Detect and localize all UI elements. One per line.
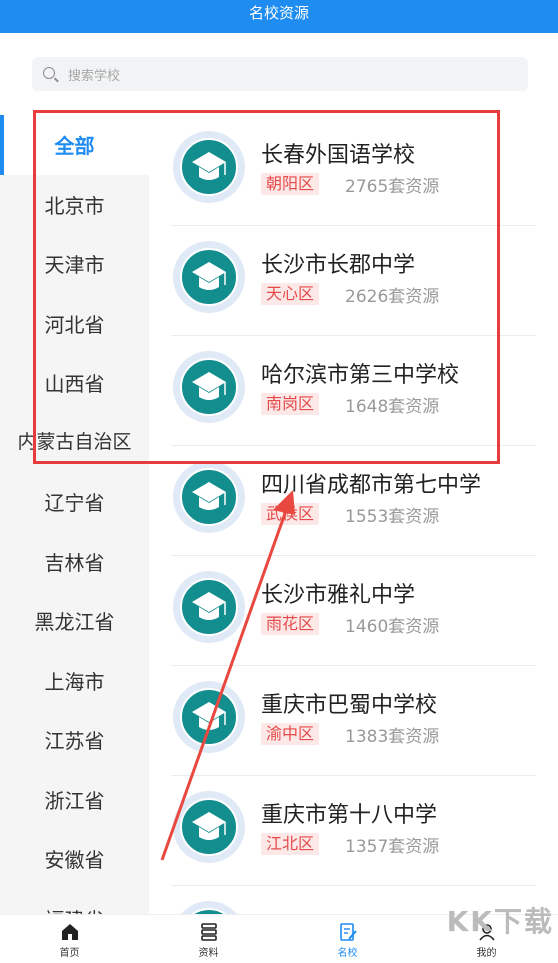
annotation-arrow-icon bbox=[160, 490, 295, 861]
tab-home[interactable]: 首页 bbox=[0, 915, 139, 963]
tab-label: 名校 bbox=[337, 948, 358, 959]
tab-label: 首页 bbox=[59, 948, 80, 959]
tab-schools[interactable]: 名校 bbox=[278, 915, 417, 963]
watermark: KK下载 bbox=[446, 905, 554, 938]
tab-label: 我的 bbox=[476, 948, 497, 959]
tab-materials[interactable]: 资料 bbox=[139, 915, 278, 963]
tab-label: 资料 bbox=[198, 948, 219, 959]
edit-icon bbox=[339, 923, 357, 941]
database-icon bbox=[200, 923, 217, 941]
home-icon bbox=[61, 924, 78, 940]
